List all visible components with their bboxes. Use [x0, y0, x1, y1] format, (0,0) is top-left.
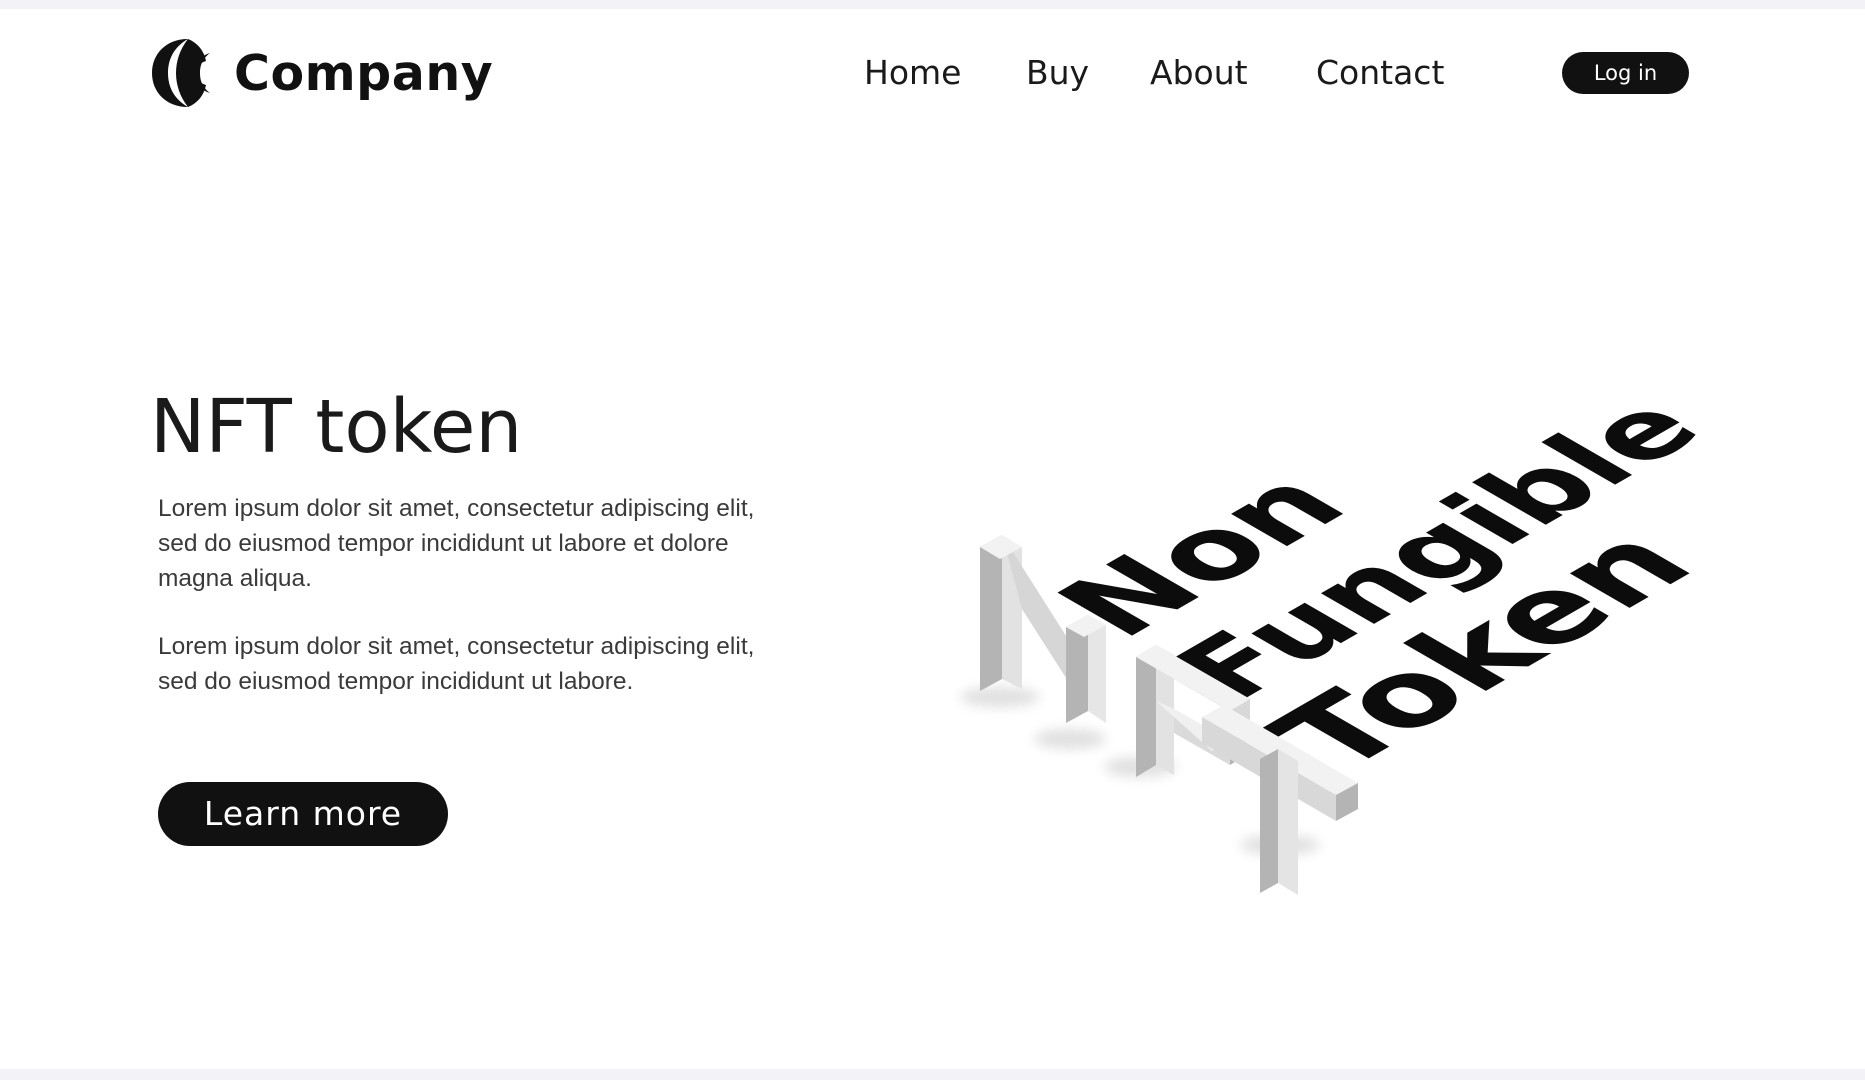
login-button[interactable]: Log in — [1562, 52, 1689, 94]
brand-logo[interactable]: Company — [148, 35, 493, 111]
brand-name: Company — [234, 44, 494, 102]
nav-buy-link[interactable]: Buy — [1026, 51, 1089, 95]
hero-paragraph-2: Lorem ipsum dolor sit amet, consectetur … — [158, 633, 755, 695]
nft-isometric-illustration: Non Fungible Token — [940, 279, 1800, 899]
hero-title: NFT token — [150, 384, 523, 470]
landing-page: Company Home Buy About Contact Log in NF… — [0, 9, 1865, 1069]
nav-about-link[interactable]: About — [1150, 51, 1248, 95]
crescent-logo-icon — [152, 39, 210, 107]
block-letter-t — [1202, 705, 1358, 895]
hero-paragraph-1: Lorem ipsum dolor sit amet, consectetur … — [158, 495, 755, 592]
nav-home-link[interactable]: Home — [864, 51, 961, 95]
learn-more-button[interactable]: Learn more — [158, 782, 448, 846]
nav-contact-link[interactable]: Contact — [1316, 51, 1444, 95]
nft-block-letters — [960, 535, 1358, 895]
